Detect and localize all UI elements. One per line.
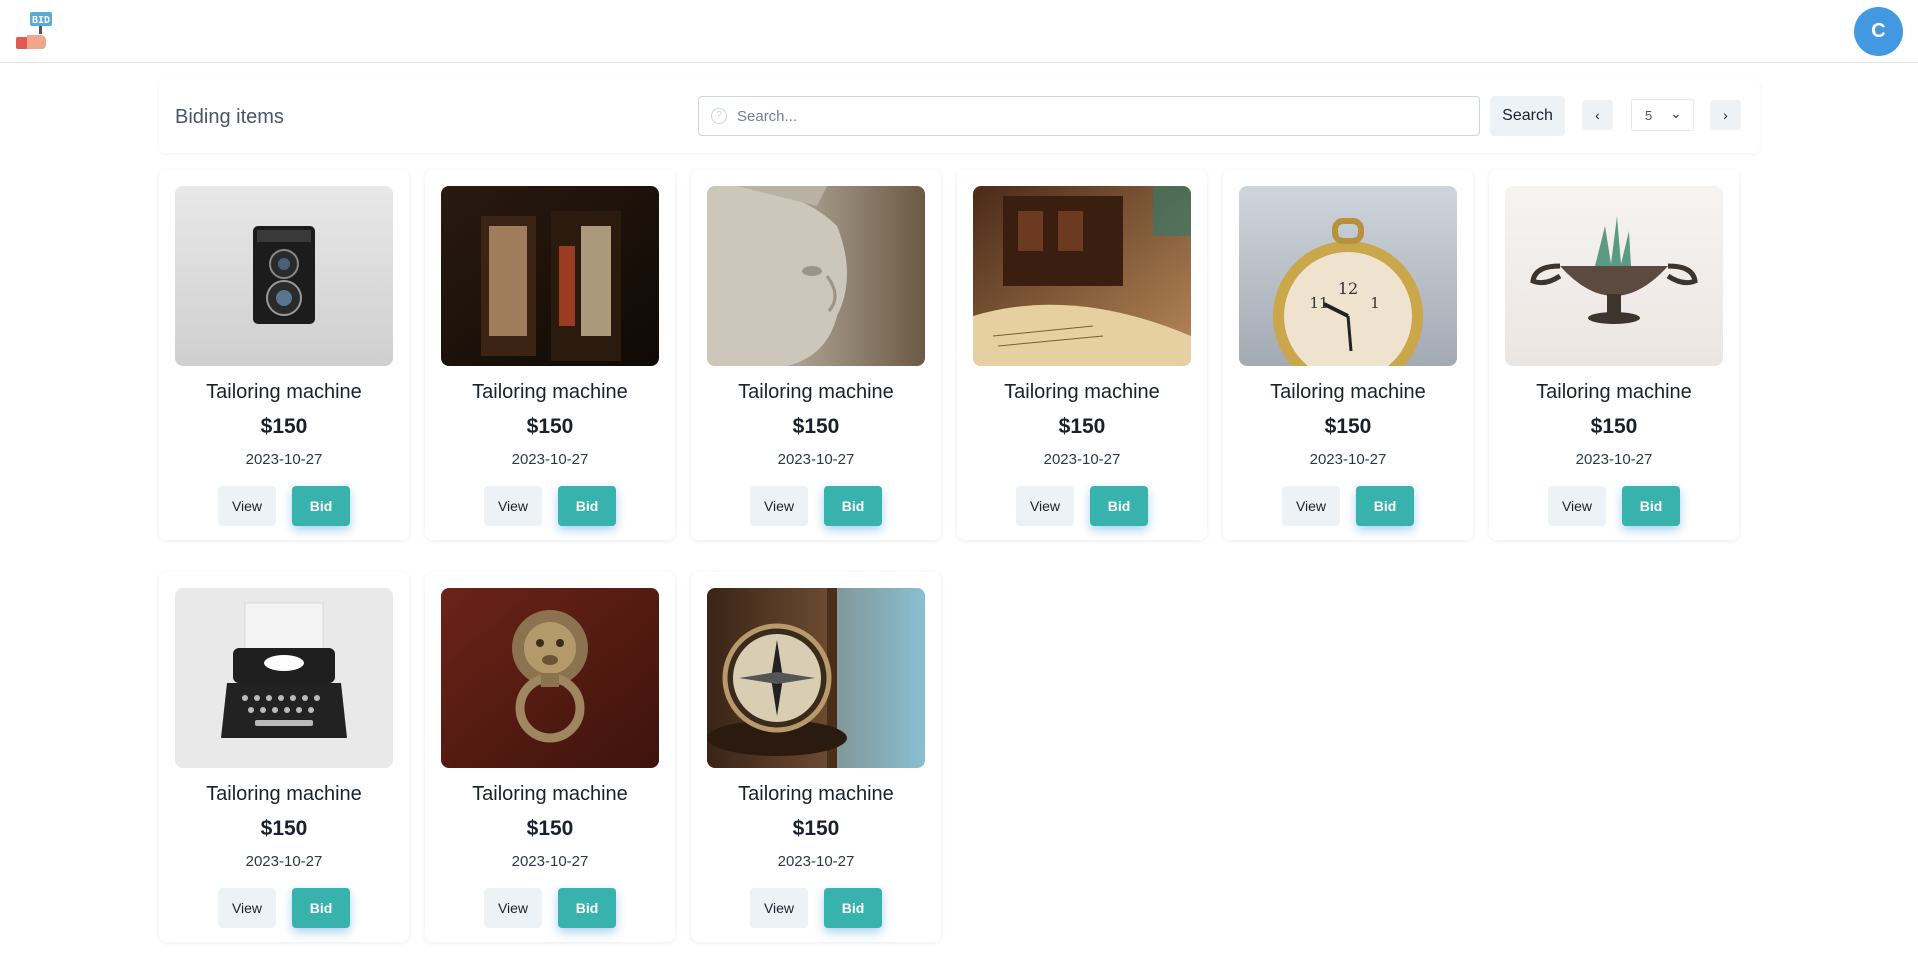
item-card: Tailoring machine $150 2023-10-27 View Bid <box>425 572 675 942</box>
page-title: Biding items <box>175 106 284 128</box>
bid-logo-icon[interactable]: BID <box>15 11 55 51</box>
bid-button[interactable]: Bid <box>558 486 616 526</box>
search-icon: ? <box>711 108 727 124</box>
prev-page-button[interactable]: ‹ <box>1582 100 1613 130</box>
item-title: Tailoring machine <box>206 381 362 403</box>
item-image[interactable] <box>707 588 925 768</box>
item-card: 12 11 1 Tailoring machine $150 2023-10-27 View… <box>1223 170 1473 540</box>
item-title: Tailoring machine <box>206 783 362 805</box>
item-image[interactable] <box>1505 186 1723 366</box>
item-price: $150 <box>526 415 574 438</box>
user-avatar[interactable]: C <box>1854 7 1903 56</box>
item-date: 2023-10-27 <box>245 853 323 870</box>
search-button[interactable]: Search <box>1490 96 1565 136</box>
item-image[interactable] <box>175 588 393 768</box>
item-image[interactable] <box>441 186 659 366</box>
page-size-select[interactable]: 5 ⌄ <box>1631 99 1694 131</box>
item-image[interactable] <box>707 186 925 366</box>
items-toolbar: Biding items ? Search ‹ 5 ⌄ › <box>159 80 1760 153</box>
item-title: Tailoring machine <box>472 783 628 805</box>
item-title: Tailoring machine <box>1536 381 1692 403</box>
item-date: 2023-10-27 <box>511 853 589 870</box>
view-button[interactable]: View <box>218 888 276 928</box>
view-button[interactable]: View <box>218 486 276 526</box>
svg-text:12: 12 <box>1338 279 1358 298</box>
bid-button[interactable]: Bid <box>1622 486 1680 526</box>
search-input[interactable] <box>737 97 1467 135</box>
item-price: $150 <box>260 415 308 438</box>
item-date: 2023-10-27 <box>1309 451 1387 468</box>
bid-button[interactable]: Bid <box>824 888 882 928</box>
item-card: Tailoring machine $150 2023-10-27 View Bid <box>425 170 675 540</box>
view-button[interactable]: View <box>1282 486 1340 526</box>
item-image[interactable] <box>175 186 393 366</box>
item-price: $150 <box>260 817 308 840</box>
chevron-down-icon: ⌄ <box>1670 105 1682 121</box>
item-card: Tailoring machine $150 2023-10-27 View Bid <box>691 572 941 942</box>
item-card: Tailoring machine $150 2023-10-27 View Bid <box>957 170 1207 540</box>
next-page-button[interactable]: › <box>1710 100 1741 130</box>
view-button[interactable]: View <box>484 888 542 928</box>
item-price: $150 <box>792 415 840 438</box>
view-button[interactable]: View <box>750 888 808 928</box>
svg-text:1: 1 <box>1370 294 1380 312</box>
item-date: 2023-10-27 <box>777 451 855 468</box>
item-price: $150 <box>1324 415 1372 438</box>
item-price: $150 <box>1590 415 1638 438</box>
item-card: Tailoring machine $150 2023-10-27 View Bid <box>691 170 941 540</box>
item-title: Tailoring machine <box>472 381 628 403</box>
view-button[interactable]: View <box>1016 486 1074 526</box>
item-price: $150 <box>792 817 840 840</box>
item-date: 2023-10-27 <box>511 451 589 468</box>
item-image[interactable] <box>973 186 1191 366</box>
item-date: 2023-10-27 <box>777 853 855 870</box>
item-image[interactable] <box>441 588 659 768</box>
search-box[interactable]: ? <box>698 96 1480 136</box>
bid-button[interactable]: Bid <box>292 486 350 526</box>
item-card: Tailoring machine $150 2023-10-27 View Bid <box>1489 170 1739 540</box>
bid-button[interactable]: Bid <box>1090 486 1148 526</box>
item-price: $150 <box>526 817 574 840</box>
item-date: 2023-10-27 <box>245 451 323 468</box>
bid-button[interactable]: Bid <box>558 888 616 928</box>
top-navbar: BID C <box>0 0 1918 63</box>
item-card: Tailoring machine $150 2023-10-27 View Bid <box>159 572 409 942</box>
item-title: Tailoring machine <box>1270 381 1426 403</box>
bid-button[interactable]: Bid <box>1356 486 1414 526</box>
item-title: Tailoring machine <box>1004 381 1160 403</box>
page-size-value: 5 <box>1645 108 1653 123</box>
item-date: 2023-10-27 <box>1043 451 1121 468</box>
item-title: Tailoring machine <box>738 381 894 403</box>
bid-button[interactable]: Bid <box>292 888 350 928</box>
view-button[interactable]: View <box>750 486 808 526</box>
logo-text: BID <box>32 15 50 26</box>
item-card: Tailoring machine $150 2023-10-27 View Bid <box>159 170 409 540</box>
view-button[interactable]: View <box>1548 486 1606 526</box>
item-date: 2023-10-27 <box>1575 451 1653 468</box>
item-price: $150 <box>1058 415 1106 438</box>
item-image[interactable]: 12 11 1 <box>1239 186 1457 366</box>
view-button[interactable]: View <box>484 486 542 526</box>
item-title: Tailoring machine <box>738 783 894 805</box>
bid-button[interactable]: Bid <box>824 486 882 526</box>
